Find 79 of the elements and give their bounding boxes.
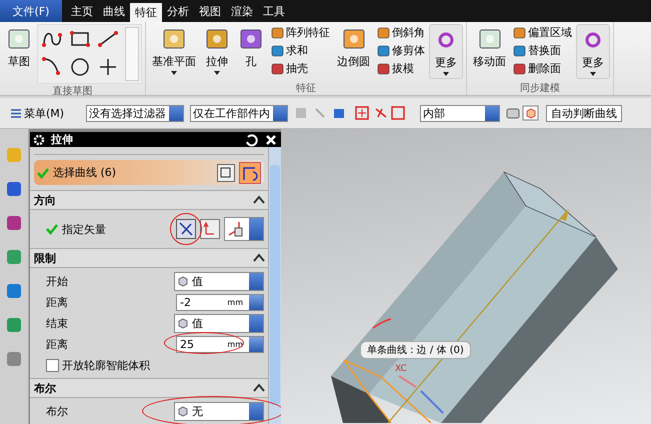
ribbon-button[interactable]: 更多 xyxy=(576,24,610,79)
ribbon-small-button[interactable]: 求和 xyxy=(269,42,332,59)
tool-icon xyxy=(271,44,284,56)
ribbon-small-button[interactable]: 修剪体 xyxy=(375,42,427,59)
close-icon[interactable] xyxy=(264,132,278,146)
cube-icon xyxy=(177,405,189,418)
value-dropdown[interactable]: 无 xyxy=(174,402,264,421)
file-menu-button[interactable]: 文件(F) xyxy=(0,0,62,22)
row-label: 结束 xyxy=(46,316,68,331)
selection-tooltip: 单条曲线 : 边 / 体 (0) xyxy=(360,341,471,359)
section-title: 限制 xyxy=(34,250,56,266)
section-title: 方向 xyxy=(34,192,56,208)
curve-rule-field[interactable]: 自动判断曲线 xyxy=(546,104,622,122)
filter-dropdown[interactable]: 没有选择过滤器 xyxy=(86,104,184,122)
navigator-icon[interactable] xyxy=(4,281,24,301)
ribbon-button[interactable]: 基准平面 xyxy=(149,24,199,77)
dialog-title: 拉伸 xyxy=(51,132,74,147)
ribbon-small-button[interactable]: 阵列特征 xyxy=(269,24,332,41)
distance-field[interactable]: 25 mm xyxy=(176,336,264,353)
ribbon-button[interactable]: 草图 xyxy=(3,24,35,71)
group-title: 同步建模 xyxy=(519,82,561,95)
ribbon-button[interactable]: 更多 xyxy=(429,24,463,79)
ribbon-tab[interactable]: 分析 xyxy=(162,0,194,22)
value-dropdown[interactable]: 值 xyxy=(174,314,264,333)
sketch-section-icon[interactable] xyxy=(217,164,235,182)
tool-icon xyxy=(377,62,390,74)
settings-icon[interactable] xyxy=(33,134,45,146)
view-tools-drawing[interactable] xyxy=(506,105,540,121)
tool-icon xyxy=(271,62,284,74)
value-dropdown[interactable]: 值 xyxy=(174,272,264,291)
section-title: 布尔 xyxy=(34,380,56,396)
tool-icon xyxy=(513,62,526,74)
row-label: 距离 xyxy=(46,336,68,352)
ribbon-small-button[interactable]: 倒斜角 xyxy=(375,24,427,41)
checkbox[interactable] xyxy=(46,358,59,372)
tool-icon xyxy=(377,44,390,56)
curve-icon[interactable] xyxy=(239,162,261,184)
cube-icon xyxy=(177,317,189,330)
row-label: 开始 xyxy=(46,274,68,289)
ribbon-tab[interactable]: 渲染 xyxy=(226,0,258,22)
group-title: 直接草图 xyxy=(52,84,94,98)
ribbon-button[interactable]: 移动面 xyxy=(470,24,509,71)
ribbon-small-button[interactable]: 拔模 xyxy=(375,60,427,77)
navigator-icon[interactable] xyxy=(4,213,24,233)
tool-icon xyxy=(513,26,526,38)
scope-dropdown[interactable]: 内部 xyxy=(420,104,500,122)
ribbon-tab[interactable]: 主页 xyxy=(66,0,98,22)
tool-icon xyxy=(513,44,526,56)
selection-row[interactable]: 选择曲线 (6) xyxy=(34,160,264,186)
reset-icon[interactable] xyxy=(244,132,258,146)
ribbon-tab[interactable]: 特征 xyxy=(130,3,162,22)
ribbon-small-button[interactable]: 偏置区域 xyxy=(511,24,574,41)
cube-icon xyxy=(177,275,189,288)
selection-label: 选择曲线 (6) xyxy=(53,165,118,180)
ribbon-button[interactable]: 拉伸 xyxy=(201,24,233,77)
menu-button[interactable]: 菜单(M) xyxy=(4,104,70,122)
group-title: 特征 xyxy=(295,82,317,95)
row-label: 距离 xyxy=(46,294,68,310)
filter-dropdown[interactable]: 仅在工作部件内 xyxy=(190,104,288,122)
distance-field[interactable]: -2 mm xyxy=(176,294,264,311)
scrollbar[interactable] xyxy=(268,147,281,424)
ribbon-tab[interactable]: 曲线 xyxy=(98,0,130,22)
menu-icon xyxy=(10,108,22,118)
axis-label: XC xyxy=(395,364,407,374)
vector-dropdown[interactable] xyxy=(224,217,264,242)
checkbox-label: 开放轮廓智能体积 xyxy=(62,358,150,373)
tool-icon xyxy=(377,26,390,38)
ribbon-small-button[interactable]: 抽壳 xyxy=(269,60,332,77)
row-label: 指定矢量 xyxy=(62,222,107,237)
navigator-icon[interactable] xyxy=(4,179,24,199)
ribbon-small-button[interactable]: 替换面 xyxy=(511,42,574,59)
tool-icon xyxy=(271,26,284,38)
row-label: 布尔 xyxy=(46,404,68,419)
ribbon-button[interactable]: 孔 xyxy=(235,24,267,71)
ribbon-button[interactable]: 边倒圆 xyxy=(334,24,373,71)
ribbon-tab[interactable]: 视图 xyxy=(194,0,226,22)
ribbon-tab[interactable]: 工具 xyxy=(258,0,290,22)
vector-dialog-icon[interactable] xyxy=(200,219,220,240)
ribbon-small-button[interactable]: 删除面 xyxy=(511,60,574,77)
